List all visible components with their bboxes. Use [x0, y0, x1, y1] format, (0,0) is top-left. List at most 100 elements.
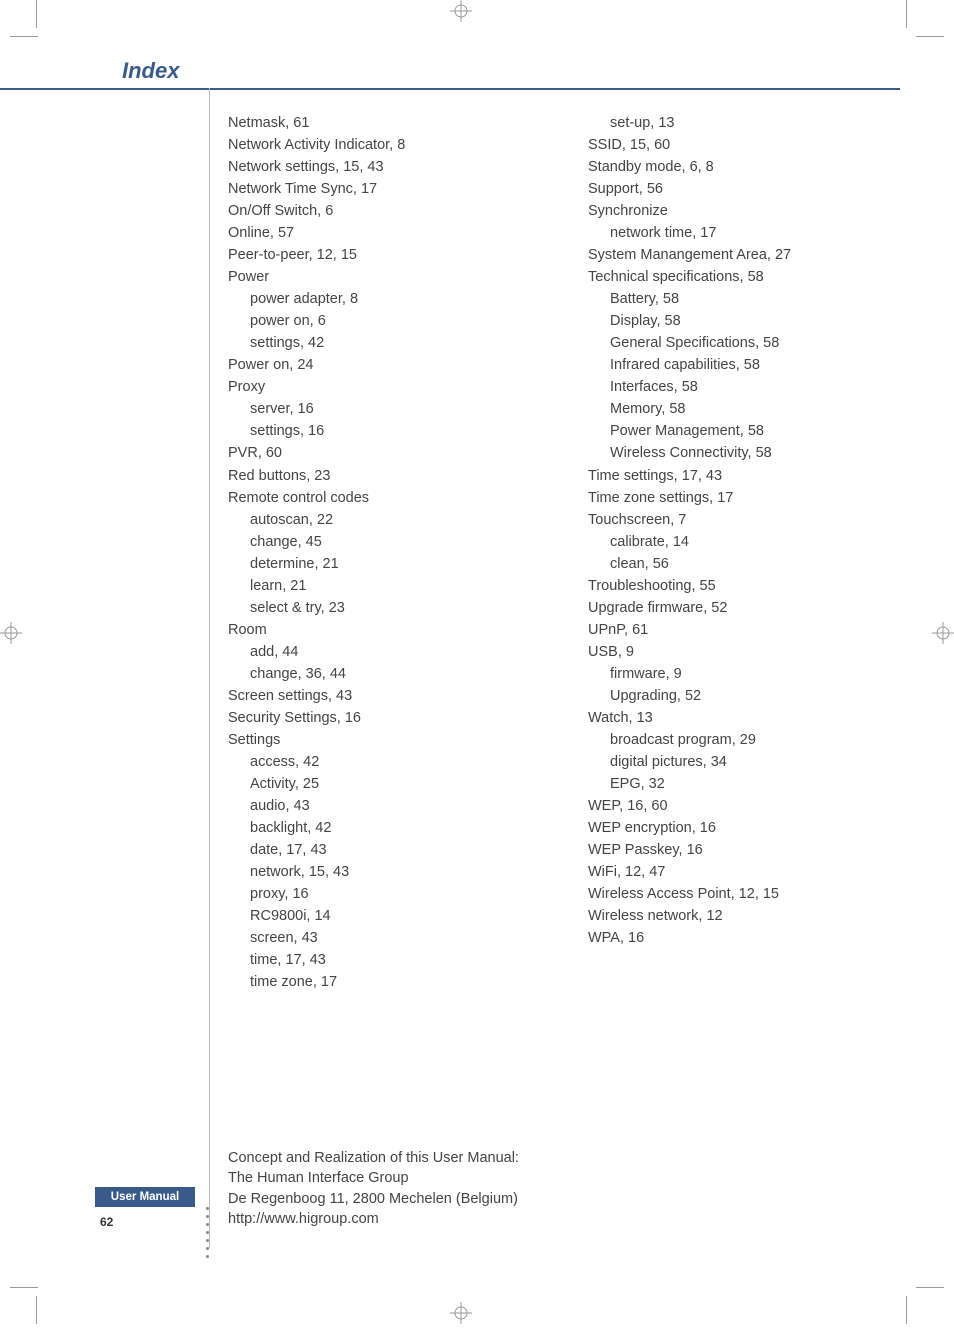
index-entry: settings, 42 — [228, 332, 528, 354]
crop-mark — [36, 1296, 37, 1324]
index-entry: settings, 16 — [228, 420, 528, 442]
index-entry: Time zone settings, 17 — [588, 487, 888, 509]
index-entry: learn, 21 — [228, 575, 528, 597]
index-entry: Display, 58 — [588, 310, 888, 332]
index-entry: System Manangement Area, 27 — [588, 244, 888, 266]
index-entry: Network Activity Indicator, 8 — [228, 134, 528, 156]
footer-dots-icon — [206, 1207, 209, 1258]
index-entry: change, 45 — [228, 531, 528, 553]
index-entry: Power — [228, 266, 528, 288]
index-entry: power adapter, 8 — [228, 288, 528, 310]
index-entry: date, 17, 43 — [228, 839, 528, 861]
vertical-rule — [209, 88, 210, 1248]
index-entry: Time settings, 17, 43 — [588, 465, 888, 487]
index-entry: Standby mode, 6, 8 — [588, 156, 888, 178]
index-entry: USB, 9 — [588, 641, 888, 663]
index-entry: change, 36, 44 — [228, 663, 528, 685]
index-entry: Activity, 25 — [228, 773, 528, 795]
index-column-left: Netmask, 61Network Activity Indicator, 8… — [228, 112, 528, 993]
index-entry: Support, 56 — [588, 178, 888, 200]
credits-block: Concept and Realization of this User Man… — [228, 1148, 519, 1229]
index-entry: audio, 43 — [228, 795, 528, 817]
registration-mark-icon — [0, 622, 22, 644]
index-entry: calibrate, 14 — [588, 531, 888, 553]
index-entry: UPnP, 61 — [588, 619, 888, 641]
index-entry: Technical specifications, 58 — [588, 266, 888, 288]
index-entry: Power Management, 58 — [588, 420, 888, 442]
index-entry: Memory, 58 — [588, 398, 888, 420]
crop-mark — [36, 0, 37, 28]
index-entry: clean, 56 — [588, 553, 888, 575]
index-entry: Network settings, 15, 43 — [228, 156, 528, 178]
index-entry: network, 15, 43 — [228, 861, 528, 883]
index-entry: General Specifications, 58 — [588, 332, 888, 354]
index-entry: autoscan, 22 — [228, 509, 528, 531]
index-entry: EPG, 32 — [588, 773, 888, 795]
index-entry: network time, 17 — [588, 222, 888, 244]
index-entry: WEP encryption, 16 — [588, 817, 888, 839]
index-entry: proxy, 16 — [228, 883, 528, 905]
index-column-right: set-up, 13SSID, 15, 60Standby mode, 6, 8… — [588, 112, 888, 993]
index-entry: server, 16 — [228, 398, 528, 420]
index-entry: broadcast program, 29 — [588, 729, 888, 751]
credits-line: The Human Interface Group — [228, 1168, 519, 1188]
registration-mark-icon — [450, 1302, 472, 1324]
index-entry: Synchronize — [588, 200, 888, 222]
crop-mark — [906, 1296, 907, 1324]
index-entry: determine, 21 — [228, 553, 528, 575]
index-entry: WEP, 16, 60 — [588, 795, 888, 817]
credits-line: Concept and Realization of this User Man… — [228, 1148, 519, 1168]
page-title: Index — [122, 58, 179, 84]
credits-line: De Regenboog 11, 2800 Mechelen (Belgium) — [228, 1189, 519, 1209]
index-entry: Settings — [228, 729, 528, 751]
index-entry: set-up, 13 — [588, 112, 888, 134]
index-entry: Wireless Connectivity, 58 — [588, 442, 888, 464]
index-entry: Peer-to-peer, 12, 15 — [228, 244, 528, 266]
index-entry: Screen settings, 43 — [228, 685, 528, 707]
index-entry: Network Time Sync, 17 — [228, 178, 528, 200]
index-entry: PVR, 60 — [228, 442, 528, 464]
index-entry: Battery, 58 — [588, 288, 888, 310]
index-entry: Room — [228, 619, 528, 641]
crop-mark — [916, 36, 944, 37]
crop-mark — [916, 1287, 944, 1288]
index-entry: backlight, 42 — [228, 817, 528, 839]
index-entry: Security Settings, 16 — [228, 707, 528, 729]
index-entry: Interfaces, 58 — [588, 376, 888, 398]
index-entry: digital pictures, 34 — [588, 751, 888, 773]
index-entry: screen, 43 — [228, 927, 528, 949]
index-entry: Netmask, 61 — [228, 112, 528, 134]
index-entry: WPA, 16 — [588, 927, 888, 949]
index-entry: Proxy — [228, 376, 528, 398]
registration-mark-icon — [932, 622, 954, 644]
index-entry: access, 42 — [228, 751, 528, 773]
index-entry: Watch, 13 — [588, 707, 888, 729]
page-number: 62 — [100, 1215, 113, 1229]
index-entry: time, 17, 43 — [228, 949, 528, 971]
index-entry: add, 44 — [228, 641, 528, 663]
header-rule — [0, 88, 900, 90]
credits-line: http://www.higroup.com — [228, 1209, 519, 1229]
index-entry: Online, 57 — [228, 222, 528, 244]
index-entry: Infrared capabilities, 58 — [588, 354, 888, 376]
registration-mark-icon — [450, 0, 472, 22]
index-entry: Power on, 24 — [228, 354, 528, 376]
index-entry: power on, 6 — [228, 310, 528, 332]
index-entry: Troubleshooting, 55 — [588, 575, 888, 597]
index-entry: time zone, 17 — [228, 971, 528, 993]
crop-mark — [10, 36, 38, 37]
index-entry: Red buttons, 23 — [228, 465, 528, 487]
index-entry: Upgrade firmware, 52 — [588, 597, 888, 619]
index-entry: Wireless network, 12 — [588, 905, 888, 927]
footer-label: User Manual — [95, 1187, 195, 1207]
index-entry: On/Off Switch, 6 — [228, 200, 528, 222]
index-entry: select & try, 23 — [228, 597, 528, 619]
crop-mark — [10, 1287, 38, 1288]
index-entry: SSID, 15, 60 — [588, 134, 888, 156]
crop-mark — [906, 0, 907, 28]
index-entry: WiFi, 12, 47 — [588, 861, 888, 883]
index-entry: WEP Passkey, 16 — [588, 839, 888, 861]
index-entry: Upgrading, 52 — [588, 685, 888, 707]
index-entry: firmware, 9 — [588, 663, 888, 685]
index-entry: Touchscreen, 7 — [588, 509, 888, 531]
